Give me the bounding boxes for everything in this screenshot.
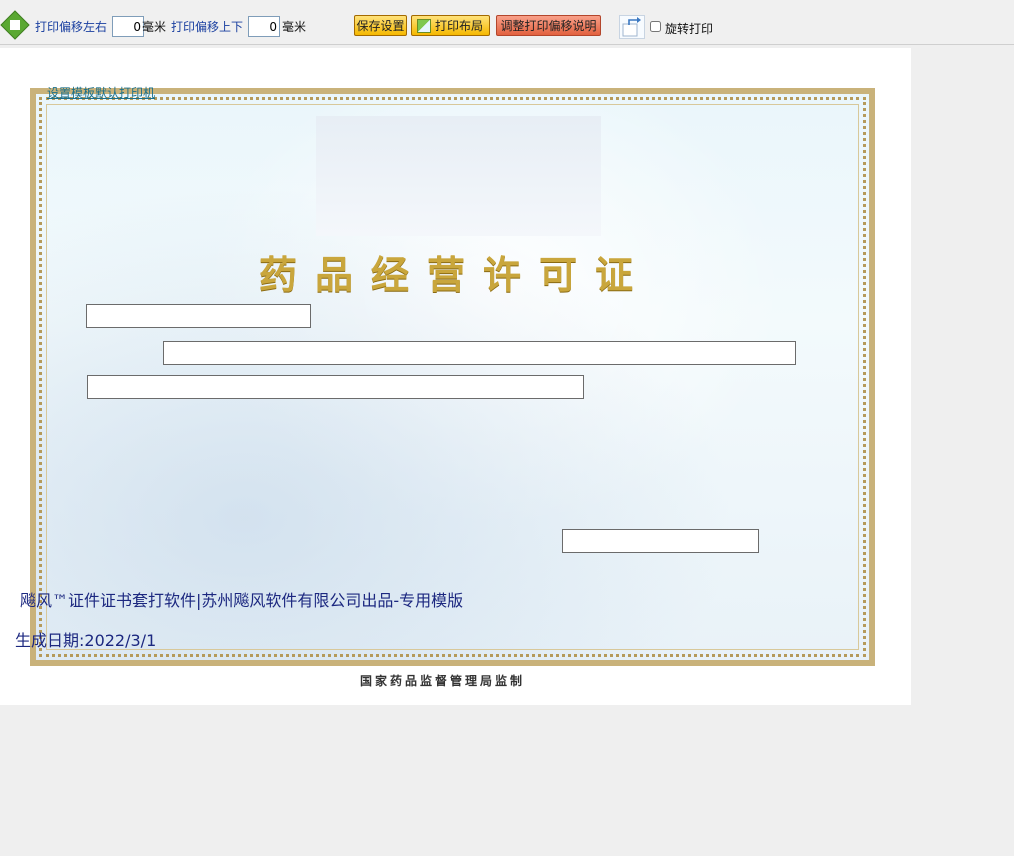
save-settings-button[interactable]: 保存设置 (354, 15, 407, 36)
cert-field-4[interactable] (562, 529, 759, 553)
print-layout-button[interactable]: 打印布局 (411, 15, 490, 36)
offset-ud-input[interactable] (248, 16, 280, 37)
offset-lr-unit: 毫米 (142, 20, 167, 34)
layout-icon (417, 19, 431, 33)
rotate-print-checkbox[interactable] (650, 21, 661, 32)
rotate-icon[interactable] (619, 15, 645, 39)
authority-text: 国家药品监督管理局监制 (360, 674, 526, 688)
cert-field-2[interactable] (163, 341, 796, 365)
cert-field-1[interactable] (86, 304, 311, 328)
cert-field-3[interactable] (87, 375, 584, 399)
generated-date-text: 生成日期:2022/3/1 (15, 631, 157, 650)
print-preview-page: 药品经营许可证 设置模板默认打印机 飚风™证件证书套打软件|苏州飚风软件有限公司… (0, 48, 911, 705)
offset-help-button[interactable]: 调整打印偏移说明 (496, 15, 601, 36)
offset-lr-input[interactable] (112, 16, 144, 37)
print-layout-label: 打印布局 (435, 19, 484, 33)
offset-lr-label: 打印偏移左右 (35, 20, 108, 34)
certificate-title: 药品经营许可证 (258, 252, 651, 297)
offset-ud-unit: 毫米 (282, 20, 307, 34)
set-default-printer-link[interactable]: 设置模板默认打印机 (47, 84, 155, 101)
rotate-print-label: 旋转打印 (665, 22, 714, 36)
offset-ud-label: 打印偏移上下 (171, 20, 244, 34)
toolbar: 打印偏移左右 毫米 打印偏移上下 毫米 保存设置 打印布局 调整打印偏移说明 旋… (0, 6, 1014, 45)
software-credit-text: 飚风™证件证书套打软件|苏州飚风软件有限公司出品-专用模版 (20, 591, 464, 610)
emblem-image (316, 116, 601, 236)
move-arrows-icon[interactable] (0, 10, 30, 40)
